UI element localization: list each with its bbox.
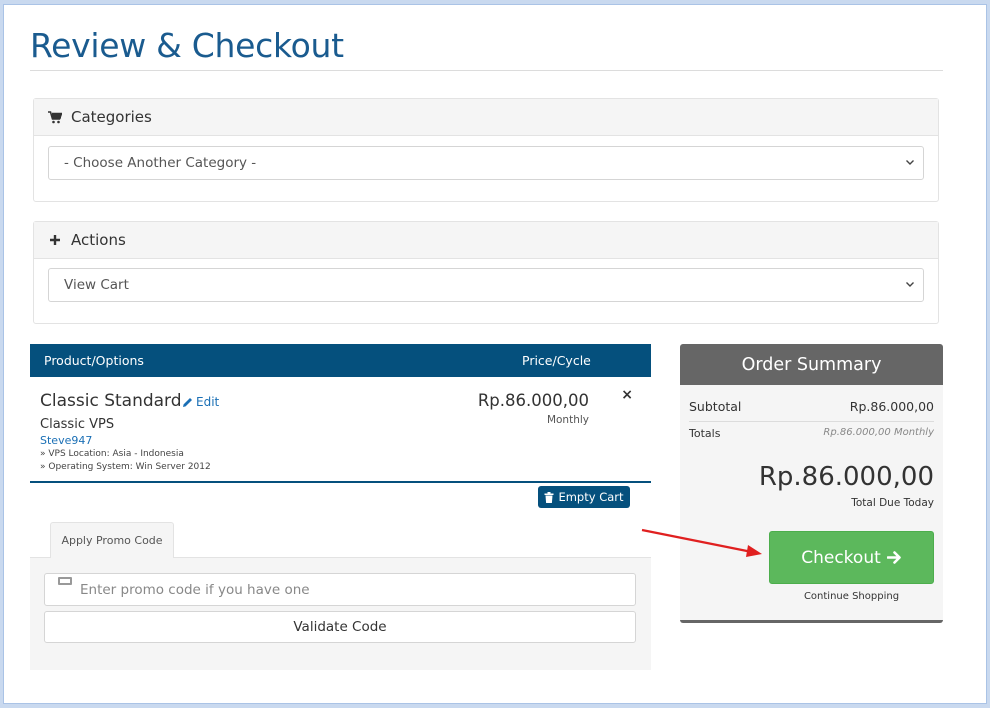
order-summary-title: Order Summary: [680, 344, 943, 385]
trash-icon: [544, 491, 554, 503]
annotation-arrow-icon: [641, 528, 762, 557]
order-summary: Order Summary Subtotal Rp.86.000,00 Tota…: [680, 344, 943, 623]
title-divider: [30, 70, 943, 71]
checkout-label: Checkout: [801, 547, 881, 568]
item-price: Rp.86.000,00: [477, 391, 589, 410]
chevron-down-icon: [906, 282, 914, 287]
actions-select-value: View Cart: [64, 277, 129, 293]
plus-icon: [48, 233, 62, 247]
product-option: » Operating System: Win Server 2012: [40, 462, 211, 472]
summary-divider: [689, 421, 934, 422]
cart-item: Classic Standard Edit Classic VPS Steve9…: [30, 377, 651, 483]
column-header-price: Price/Cycle: [522, 353, 591, 368]
chevron-down-icon: [906, 160, 914, 165]
pencil-icon: [183, 397, 192, 407]
actions-panel-header[interactable]: Actions: [34, 222, 938, 259]
actions-panel: Actions View Cart: [33, 221, 939, 324]
categories-panel-title: Categories: [71, 108, 152, 126]
tab-apply-promo-code[interactable]: Apply Promo Code: [50, 522, 174, 558]
continue-shopping-link[interactable]: Continue Shopping: [769, 591, 934, 602]
promo-code-placeholder: Enter promo code if you have one: [80, 581, 310, 598]
column-header-product: Product/Options: [44, 353, 144, 368]
product-hostname: Steve947: [40, 434, 93, 447]
product-option: » VPS Location: Asia - Indonesia: [40, 449, 184, 459]
product-name: Classic Standard: [40, 391, 182, 411]
checkout-button[interactable]: Checkout: [769, 531, 934, 584]
categories-panel-header[interactable]: Categories: [34, 99, 938, 136]
validate-code-button[interactable]: Validate Code: [44, 611, 636, 643]
category-select[interactable]: - Choose Another Category -: [48, 146, 924, 180]
total-due-amount: Rp.86.000,00: [758, 462, 934, 492]
cart-icon: [48, 110, 62, 124]
subtotal-label: Subtotal: [689, 399, 742, 414]
ticket-icon: [58, 577, 72, 585]
product-group: Classic VPS: [40, 417, 115, 432]
totals-value: Rp.86.000,00 Monthly: [823, 427, 934, 438]
promo-code-input[interactable]: Enter promo code if you have one: [44, 573, 636, 606]
arrow-right-icon: [886, 551, 901, 564]
totals-label: Totals: [689, 427, 721, 440]
promo-tab-label: Apply Promo Code: [61, 534, 163, 547]
remove-item-button[interactable]: ×: [621, 387, 633, 403]
validate-code-label: Validate Code: [293, 619, 387, 635]
empty-cart-button[interactable]: Empty Cart: [538, 486, 630, 508]
item-billing-cycle: Monthly: [546, 414, 589, 426]
categories-panel: Categories - Choose Another Category -: [33, 98, 939, 202]
edit-link[interactable]: Edit: [182, 395, 219, 409]
category-select-value: - Choose Another Category -: [64, 155, 257, 171]
actions-select[interactable]: View Cart: [48, 268, 924, 302]
cart-table-header: Product/Options Price/Cycle: [30, 344, 651, 377]
empty-cart-label: Empty Cart: [558, 490, 624, 504]
actions-panel-title: Actions: [71, 231, 126, 249]
total-due-label: Total Due Today: [851, 497, 934, 509]
edit-link-label: Edit: [196, 395, 220, 409]
subtotal-value: Rp.86.000,00: [849, 399, 934, 414]
page-title: Review & Checkout: [30, 26, 344, 65]
